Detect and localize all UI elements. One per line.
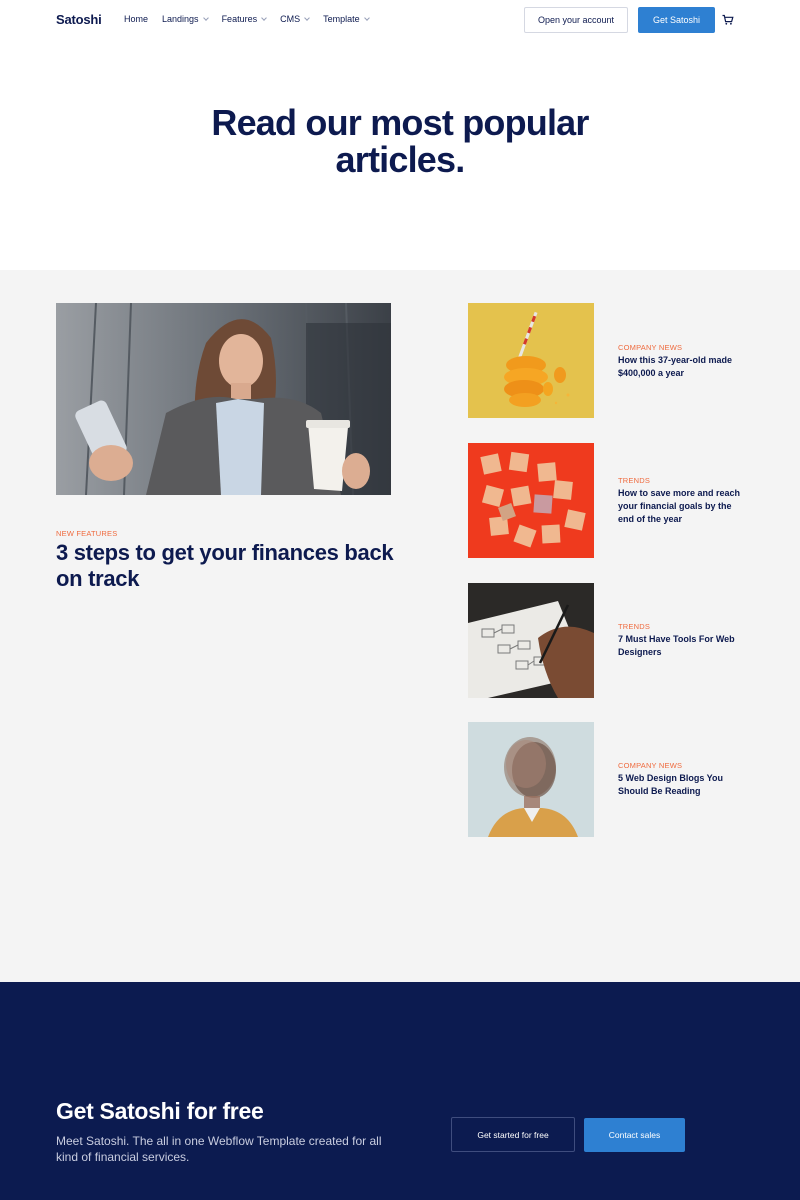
article-category: TRENDS xyxy=(618,476,651,485)
nav-item-label: Home xyxy=(124,14,149,24)
featured-article-category: NEW FEATURES xyxy=(56,529,118,538)
chevron-down-icon xyxy=(261,14,267,21)
nav-item-home[interactable]: Home xyxy=(124,14,148,24)
article-category: COMPANY NEWS xyxy=(618,761,683,770)
top-navigation: Satoshi Home Landings Features CMS Templ… xyxy=(0,0,800,40)
article-title[interactable]: 7 Must Have Tools For Web Designers xyxy=(618,633,748,659)
article-category: COMPANY NEWS xyxy=(618,343,683,352)
articles-section: NEW FEATURES 3 steps to get your finance… xyxy=(0,270,800,982)
page-title-line-1: Read our most popular xyxy=(211,102,589,143)
nav-item-landings[interactable]: Landings xyxy=(162,14,209,24)
article-title[interactable]: How this 37-year-old made $400,000 a yea… xyxy=(618,354,748,380)
nav-item-label: Landings xyxy=(162,14,199,24)
featured-article-image[interactable] xyxy=(56,303,391,495)
nav-item-template[interactable]: Template xyxy=(323,14,370,24)
get-started-button[interactable]: Get started for free xyxy=(451,1117,575,1152)
page-title-line-2: articles. xyxy=(335,139,466,180)
nav-item-cms[interactable]: CMS xyxy=(280,14,310,24)
article-title[interactable]: How to save more and reach your financia… xyxy=(618,487,748,526)
chevron-down-icon xyxy=(304,14,310,21)
nav-item-label: Features xyxy=(221,14,258,24)
cta-title: Get Satoshi for free xyxy=(56,1098,264,1124)
article-card[interactable]: COMPANY NEWS 5 Web Design Blogs You Shou… xyxy=(468,722,748,837)
cta-description: Meet Satoshi. The all in one Webflow Tem… xyxy=(56,1134,382,1164)
contact-sales-button[interactable]: Contact sales xyxy=(584,1118,685,1152)
article-image[interactable] xyxy=(468,303,594,418)
nav-item-label: CMS xyxy=(280,14,301,24)
open-account-button[interactable]: Open your account xyxy=(524,7,628,33)
cart-icon[interactable] xyxy=(722,14,734,26)
cta-section: Get Satoshi for free Meet Satoshi. The a… xyxy=(0,982,800,1200)
nav-item-features[interactable]: Features xyxy=(222,14,267,24)
chevron-down-icon xyxy=(202,14,209,21)
article-card[interactable]: TRENDS 7 Must Have Tools For Web Designe… xyxy=(468,583,748,698)
article-category: TRENDS xyxy=(618,622,651,631)
page-title: Read our most popular articles. xyxy=(0,104,800,178)
logo[interactable]: Satoshi xyxy=(56,12,102,27)
get-satoshi-button[interactable]: Get Satoshi xyxy=(638,7,715,33)
article-image[interactable] xyxy=(468,583,594,698)
article-card[interactable]: TRENDS How to save more and reach your f… xyxy=(468,443,748,558)
nav-item-label: Template xyxy=(323,14,360,24)
article-image[interactable] xyxy=(468,722,594,837)
chevron-down-icon xyxy=(363,14,370,21)
article-title[interactable]: 5 Web Design Blogs You Should Be Reading xyxy=(618,772,748,798)
featured-article-title[interactable]: 3 steps to get your finances back on tra… xyxy=(56,540,396,592)
article-image[interactable] xyxy=(468,443,594,558)
article-card[interactable]: COMPANY NEWS How this 37-year-old made $… xyxy=(468,303,748,418)
main-menu: Home Landings Features CMS Template xyxy=(124,14,370,24)
